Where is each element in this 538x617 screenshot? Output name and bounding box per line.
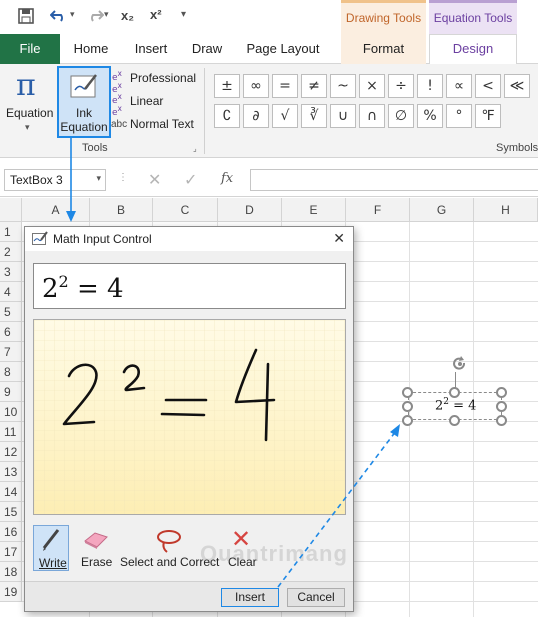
arrowhead-down	[66, 211, 76, 222]
arrowhead-up	[390, 424, 400, 437]
arrow-insert-to-textbox	[277, 430, 397, 588]
annotation-arrows	[66, 138, 400, 588]
